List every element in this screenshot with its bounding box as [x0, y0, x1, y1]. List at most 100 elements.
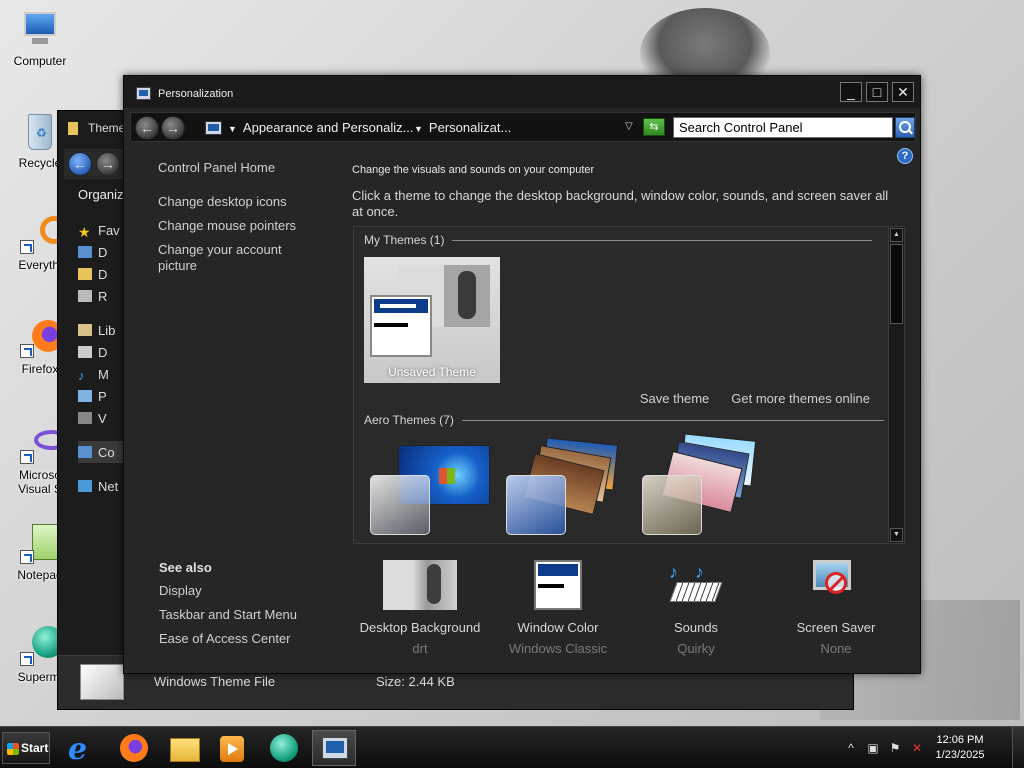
change-mouse-pointers-link[interactable]: Change mouse pointers — [158, 218, 328, 234]
videos-icon — [78, 412, 92, 424]
sounds-button[interactable]: ♪ ♪ Sounds Quirky — [626, 560, 766, 657]
control-panel-icon — [322, 737, 348, 759]
taskbar-file-explorer[interactable] — [162, 730, 206, 766]
everything-search-icon — [20, 214, 68, 254]
desktop-icon — [78, 246, 92, 258]
page-title: Change the visuals and sounds on your co… — [352, 164, 595, 176]
computer-icon — [20, 10, 60, 50]
visual-studio-icon — [20, 424, 70, 464]
action-center-flag-icon[interactable]: ⚑ — [888, 741, 902, 755]
screen-saver-icon — [799, 560, 873, 610]
close-button[interactable]: ✕ — [892, 82, 914, 102]
nav-item[interactable]: R — [78, 285, 128, 307]
folder-icon — [68, 122, 78, 136]
nav-item[interactable]: D — [78, 263, 128, 285]
breadcrumb-personalization[interactable]: ▼ Personalizat... — [414, 120, 511, 135]
library-icon — [78, 324, 92, 336]
taskbar-internet-explorer[interactable]: e — [62, 730, 106, 767]
display-link[interactable]: Display — [159, 583, 329, 599]
desktop-icon-computer[interactable]: Computer — [2, 10, 78, 68]
music-icon: ♪ — [78, 368, 85, 383]
desktop-background-button[interactable]: Desktop Background drt — [350, 560, 490, 657]
control-panel-icon — [136, 87, 151, 100]
theme-actions: Save theme Get more themes online — [640, 391, 870, 406]
theme-aero-windows7[interactable] — [364, 437, 494, 537]
refresh-button[interactable]: ⇆ — [643, 118, 665, 136]
address-bar[interactable]: ← → ▼ Appearance and Personaliz... ▼ Perso… — [130, 112, 916, 142]
forward-button[interactable]: → — [161, 116, 185, 140]
back-button[interactable]: ← — [135, 116, 159, 140]
ease-of-access-link[interactable]: Ease of Access Center — [159, 631, 329, 647]
scroll-thumb[interactable] — [890, 244, 903, 324]
shortcut-arrow-icon — [20, 344, 34, 358]
nav-item[interactable]: ♪ M — [78, 363, 128, 385]
explorer-back-button[interactable]: ← — [68, 152, 92, 176]
themes-scrollbar[interactable]: ▲ ▼ — [888, 227, 904, 543]
show-desktop-button[interactable] — [1012, 727, 1024, 768]
shortcut-arrow-icon — [20, 652, 34, 666]
save-theme-link[interactable]: Save theme — [640, 391, 709, 406]
theme-file-icon — [80, 664, 124, 700]
search-input[interactable] — [673, 117, 893, 138]
explorer-forward-button[interactable]: → — [96, 152, 120, 176]
left-pane: Control Panel Home Change desktop icons … — [158, 160, 328, 282]
maximize-button[interactable]: □ — [866, 82, 888, 102]
theme-settings-bar: Desktop Background drt Window Color Wind… — [354, 560, 910, 660]
theme-preview-window — [370, 295, 432, 357]
scroll-down-button[interactable]: ▼ — [890, 528, 903, 542]
nav-item[interactable]: V — [78, 407, 128, 429]
media-player-icon — [220, 736, 244, 762]
minimize-button[interactable]: _ — [840, 82, 862, 102]
nav-item[interactable]: P — [78, 385, 128, 407]
help-button[interactable]: ? — [897, 148, 913, 164]
themes-list[interactable]: My Themes (1) Unsaved Theme Save theme G… — [353, 226, 905, 544]
explorer-nav-pane: ★ Fav D D R Lib D ♪ M P V Co Net — [78, 219, 138, 497]
recent-icon — [78, 290, 92, 302]
nav-network[interactable]: Net — [78, 475, 128, 497]
windows-logo-icon — [7, 743, 19, 755]
shortcut-arrow-icon — [20, 450, 34, 464]
pictures-icon — [78, 390, 92, 402]
search-icon[interactable] — [895, 117, 915, 138]
clock[interactable]: 12:06 PM 1/23/2025 — [930, 733, 990, 763]
control-panel-home-link[interactable]: Control Panel Home — [158, 160, 328, 176]
change-account-picture-link[interactable]: Change your account picture — [158, 242, 298, 274]
screen-saver-button[interactable]: Screen Saver None — [766, 560, 906, 657]
page-description: Click a theme to change the desktop back… — [352, 188, 889, 219]
breadcrumb-appearance[interactable]: ▼ Appearance and Personaliz... — [228, 120, 413, 135]
taskbar-media-player[interactable] — [210, 730, 254, 766]
theme-preview-glass — [642, 475, 702, 535]
network-icon[interactable]: ▣ — [866, 741, 880, 755]
firefox-icon — [120, 734, 148, 762]
window-color-button[interactable]: Window Color Windows Classic — [488, 560, 628, 657]
sounds-icon: ♪ ♪ — [659, 560, 733, 610]
personalization-window[interactable]: Personalization _ □ ✕ ← → ▼ Appearance an… — [123, 75, 921, 674]
theme-preview-glass — [506, 475, 566, 535]
get-more-themes-link[interactable]: Get more themes online — [731, 391, 870, 406]
folder-icon — [170, 738, 200, 762]
nav-item[interactable]: D — [78, 341, 128, 363]
taskbar-control-panel[interactable] — [312, 730, 356, 766]
clock-date: 1/23/2025 — [935, 749, 985, 761]
nav-favorites[interactable]: ★ Fav — [78, 219, 128, 241]
volume-muted-icon[interactable]: ✕ — [910, 741, 924, 755]
scroll-up-button[interactable]: ▲ — [890, 228, 903, 242]
nav-libraries[interactable]: Lib — [78, 319, 128, 341]
explorer-nav-buttons[interactable]: ← → — [64, 149, 126, 179]
start-button[interactable]: Start — [2, 732, 50, 764]
title-bar[interactable]: Personalization _ □ ✕ — [124, 76, 920, 108]
theme-aero-characters[interactable] — [636, 433, 766, 537]
theme-aero-architecture[interactable] — [500, 437, 630, 537]
theme-unsaved[interactable]: Unsaved Theme — [364, 257, 500, 383]
organize-menu[interactable]: Organiz — [78, 187, 124, 202]
change-desktop-icons-link[interactable]: Change desktop icons — [158, 194, 328, 210]
address-dropdown-icon[interactable]: ▽ — [625, 121, 633, 132]
computer-icon — [78, 446, 92, 458]
taskbar-start-menu-link[interactable]: Taskbar and Start Menu — [159, 607, 329, 623]
taskbar-supermium[interactable] — [262, 730, 306, 766]
nav-item[interactable]: D — [78, 241, 128, 263]
show-hidden-icons-icon[interactable]: ^ — [844, 741, 858, 755]
see-also-section: See also Display Taskbar and Start Menu … — [159, 560, 329, 655]
my-themes-header: My Themes (1) — [364, 233, 873, 247]
taskbar-firefox[interactable] — [112, 730, 156, 766]
